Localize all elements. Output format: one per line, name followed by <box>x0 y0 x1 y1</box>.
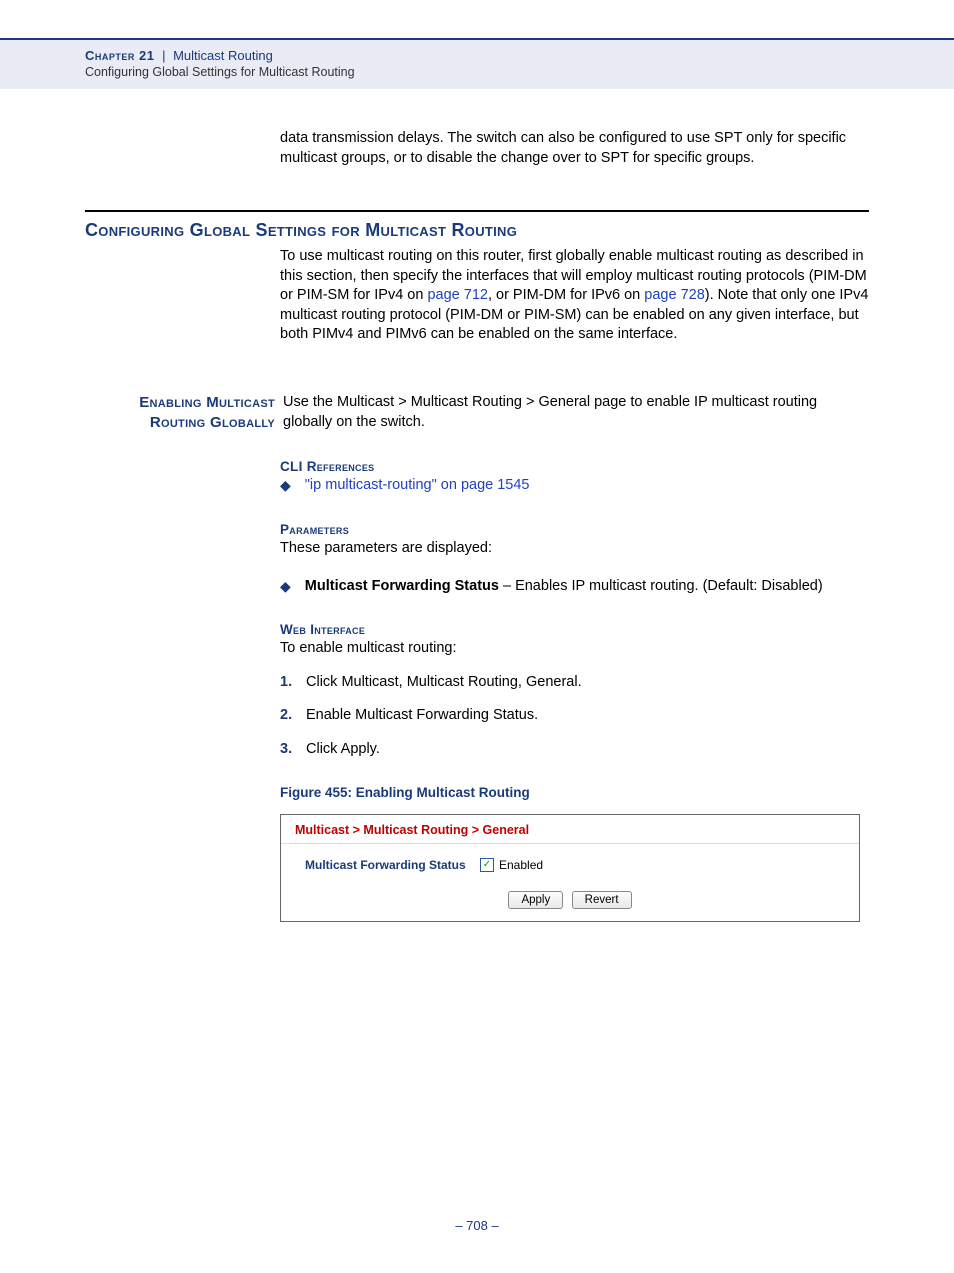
side-body: Use the Multicast > Multicast Routing > … <box>283 393 869 434</box>
side-heading: Enabling Multicast Routing Globally <box>85 393 283 434</box>
bullet-diamond-icon: ◆ <box>280 577 291 597</box>
field-label: Multicast Forwarding Status <box>305 858 480 872</box>
pipe-separator: | <box>162 48 169 63</box>
revert-button[interactable]: Revert <box>572 891 632 909</box>
checkbox-label: Enabled <box>499 858 543 872</box>
step-number: 3. <box>280 740 306 760</box>
screenshot-buttons: Apply Revert <box>281 880 859 921</box>
step-text: Click Apply. <box>306 740 380 760</box>
cli-reference-item: ◆ "ip multicast-routing" on page 1545 <box>280 476 869 496</box>
checkbox-icon: ✓ <box>480 858 494 872</box>
link-page-728[interactable]: page 728 <box>644 287 704 303</box>
enabled-checkbox[interactable]: ✓ Enabled <box>480 858 543 872</box>
chapter-label: Chapter 21 <box>85 48 154 63</box>
parameters-intro: These parameters are displayed: <box>280 539 869 559</box>
step-row: 1. Click Multicast, Multicast Routing, G… <box>280 673 869 693</box>
page-header: Chapter 21 | Multicast Routing Configuri… <box>0 38 954 89</box>
cli-references-heading: CLI References <box>280 459 869 474</box>
web-interface-heading: Web Interface <box>280 622 869 637</box>
link-ip-multicast-routing[interactable]: "ip multicast-routing" on page 1545 <box>305 476 530 496</box>
section-rule <box>85 210 869 212</box>
screenshot-body: Multicast Forwarding Status ✓ Enabled <box>281 844 859 880</box>
side-heading-line-1: Enabling Multicast <box>139 394 275 411</box>
parameters-heading: Parameters <box>280 522 869 537</box>
header-subtitle: Configuring Global Settings for Multicas… <box>85 65 869 79</box>
page-footer: – 708 – <box>0 1218 954 1233</box>
figure-screenshot: Multicast > Multicast Routing > General … <box>280 814 860 922</box>
figure-caption: Figure 455: Enabling Multicast Routing <box>280 785 869 800</box>
page-number: – 708 – <box>455 1218 498 1233</box>
step-row: 3. Click Apply. <box>280 740 869 760</box>
parameter-item: ◆ Multicast Forwarding Status – Enables … <box>280 577 869 597</box>
bullet-diamond-icon: ◆ <box>280 476 291 496</box>
link-page-712[interactable]: page 712 <box>427 287 487 303</box>
parameter-name: Multicast Forwarding Status <box>305 578 499 594</box>
parameter-text: Multicast Forwarding Status – Enables IP… <box>305 577 823 597</box>
step-text: Enable Multicast Forwarding Status. <box>306 706 538 726</box>
section-heading: Configuring Global Settings for Multicas… <box>85 220 869 241</box>
screenshot-breadcrumb: Multicast > Multicast Routing > General <box>281 815 859 844</box>
step-number: 1. <box>280 673 306 693</box>
parameter-desc: – Enables IP multicast routing. (Default… <box>499 578 823 594</box>
section-paragraph: To use multicast routing on this router,… <box>280 247 869 345</box>
side-heading-line-2: Routing Globally <box>150 414 275 431</box>
step-text: Click Multicast, Multicast Routing, Gene… <box>306 673 582 693</box>
apply-button[interactable]: Apply <box>508 891 563 909</box>
web-interface-intro: To enable multicast routing: <box>280 639 869 659</box>
step-row: 2. Enable Multicast Forwarding Status. <box>280 706 869 726</box>
chapter-title: Multicast Routing <box>173 48 273 63</box>
section-text-2: , or PIM-DM for IPv6 on <box>488 287 644 303</box>
header-line-1: Chapter 21 | Multicast Routing <box>85 48 869 63</box>
step-number: 2. <box>280 706 306 726</box>
carryover-paragraph: data transmission delays. The switch can… <box>280 129 869 168</box>
